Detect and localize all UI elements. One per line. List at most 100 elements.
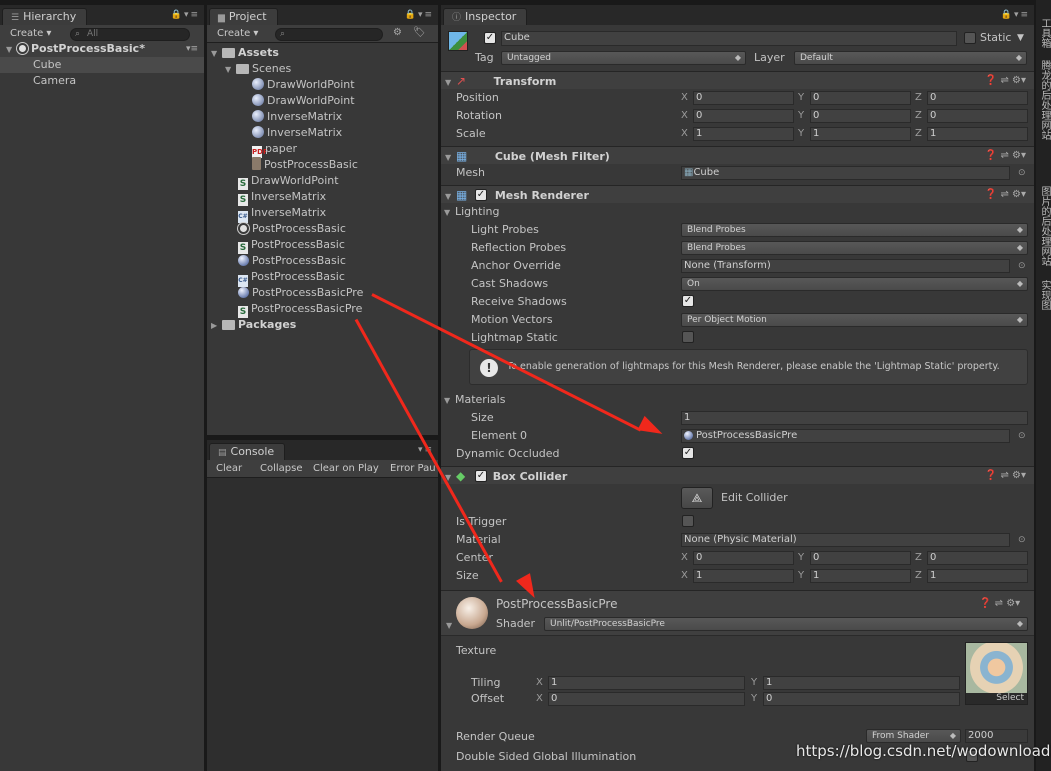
filter-by-type-icon[interactable]: ⚙ [393, 27, 402, 38]
panel-menu-icon[interactable]: 🔒▾≡ [1001, 10, 1030, 20]
materials-foldout[interactable]: ▼ Materials [444, 393, 505, 408]
folder-scenes[interactable]: ▼ Scenes [225, 61, 291, 77]
expand-arrow-icon[interactable]: ▼ [211, 46, 222, 62]
scale-x-field[interactable]: 1 [693, 127, 794, 141]
tag-dropdown[interactable]: Untagged ◆ [501, 51, 746, 65]
box-collider-header[interactable]: ▼ ◆ ✓ Box Collider ❓ ⇌ ⚙▾ [441, 466, 1034, 484]
object-picker-icon[interactable]: ⊙ [1018, 166, 1026, 180]
rotation-z-field[interactable]: 0 [927, 109, 1028, 123]
material-settings-icon[interactable]: ❓ ⇌ ⚙▾ [979, 597, 1020, 611]
static-checkbox[interactable] [964, 32, 976, 44]
dynamic-occluded-checkbox[interactable]: ✓ [682, 447, 694, 459]
position-y-field[interactable]: 0 [810, 91, 911, 105]
object-picker-icon[interactable]: ⊙ [1018, 533, 1026, 547]
position-x-field[interactable]: 0 [693, 91, 794, 105]
collapse-arrow-icon[interactable]: ▶ [211, 318, 222, 334]
fold-arrow-icon[interactable]: ▼ [444, 394, 455, 408]
size-x-field[interactable]: 1 [693, 569, 794, 583]
asset-item[interactable]: PostProcessBasic [238, 221, 346, 237]
object-name-field[interactable]: Cube [501, 31, 957, 46]
asset-item[interactable]: InverseMatrix [252, 109, 342, 125]
component-settings-icon[interactable]: ❓ ⇌ ⚙▾ [985, 147, 1026, 165]
material-fold-arrow-icon[interactable]: ▼ [446, 619, 452, 633]
hierarchy-search-input[interactable]: ⌕ All [70, 28, 190, 41]
edit-collider-button[interactable]: ⟁ [681, 487, 713, 509]
fold-arrow-icon[interactable]: ▼ [444, 206, 455, 220]
asset-item[interactable]: PostProcessBasic [238, 253, 346, 269]
box-collider-enabled-checkbox[interactable]: ✓ [475, 470, 487, 482]
console-clear-button[interactable]: Clear [210, 462, 248, 476]
asset-item[interactable]: DrawWorldPoint [252, 77, 355, 93]
side-tab-toolbox[interactable]: 工具箱 [1039, 18, 1050, 48]
asset-item[interactable]: S PostProcessBasic [238, 237, 345, 254]
tab-inspector[interactable]: ⓘ Inspector [443, 8, 528, 25]
console-collapse-button[interactable]: Collapse [254, 462, 309, 476]
static-dropdown-arrow-icon[interactable]: ▼ [1017, 31, 1024, 45]
position-z-field[interactable]: 0 [927, 91, 1028, 105]
component-settings-icon[interactable]: ❓ ⇌ ⚙▾ [985, 186, 1026, 204]
folder-packages[interactable]: ▶ Packages [211, 317, 296, 333]
scene-root-row[interactable]: ▼ PostProcessBasic* ▾≡ [0, 41, 204, 57]
console-error-pause-button[interactable]: Error Pau [384, 462, 438, 476]
side-tab-result[interactable]: 实现图 [1039, 280, 1050, 310]
active-checkbox[interactable]: ✓ [484, 32, 496, 44]
tiling-y-field[interactable]: 1 [763, 676, 960, 690]
expand-arrow-icon[interactable]: ▼ [225, 62, 236, 78]
size-y-field[interactable]: 1 [810, 569, 911, 583]
light-probes-dropdown[interactable]: Blend Probes ◆ [681, 223, 1028, 237]
scale-y-field[interactable]: 1 [810, 127, 911, 141]
transform-header[interactable]: ▼ ↗ Transform ❓ ⇌ ⚙▾ [441, 71, 1034, 89]
offset-y-field[interactable]: 0 [763, 692, 960, 706]
size-z-field[interactable]: 1 [927, 569, 1028, 583]
mesh-object-field[interactable]: ▦Cube [681, 166, 1010, 180]
rotation-y-field[interactable]: 0 [810, 109, 911, 123]
receive-shadows-checkbox[interactable]: ✓ [682, 295, 694, 307]
folder-assets[interactable]: ▼ Assets [211, 45, 279, 61]
fold-arrow-icon[interactable]: ▼ [445, 149, 456, 167]
materials-size-field[interactable]: 1 [681, 411, 1028, 425]
project-create-button[interactable]: Create ▾ [211, 27, 264, 41]
tab-console[interactable]: ▤ Console [209, 443, 286, 460]
asset-item[interactable]: C# PostProcessBasic [238, 269, 345, 287]
motion-vectors-dropdown[interactable]: Per Object Motion ◆ [681, 313, 1028, 327]
shader-dropdown[interactable]: Unlit/PostProcessBasicPre ◆ [544, 617, 1028, 631]
asset-item[interactable]: PDFpaper [252, 141, 297, 158]
console-clear-on-play-button[interactable]: Clear on Play [307, 462, 385, 476]
lighting-foldout[interactable]: ▼ Lighting [444, 205, 499, 220]
offset-x-field[interactable]: 0 [548, 692, 745, 706]
side-tab-postprocess-b[interactable]: 图片的后处理网站 [1039, 186, 1050, 266]
project-search-input[interactable]: ⌕ [275, 28, 383, 41]
asset-item[interactable]: S InverseMatrix [238, 189, 326, 206]
tab-project[interactable]: ▆ Project [209, 8, 278, 25]
asset-item-shader-pre[interactable]: S PostProcessBasicPre [238, 301, 362, 318]
component-settings-icon[interactable]: ❓ ⇌ ⚙▾ [985, 467, 1026, 485]
center-x-field[interactable]: 0 [693, 551, 794, 565]
hierarchy-item-camera[interactable]: Camera [0, 73, 204, 89]
asset-item[interactable]: C# InverseMatrix [238, 205, 326, 223]
panel-menu-icon[interactable]: 🔒▾≡ [405, 10, 434, 20]
tab-hierarchy[interactable]: ☰ Hierarchy [2, 8, 88, 25]
asset-item[interactable]: PostProcessBasic [252, 157, 358, 173]
object-picker-icon[interactable]: ⊙ [1018, 259, 1026, 273]
collider-material-field[interactable]: None (Physic Material) [681, 533, 1010, 547]
object-picker-icon[interactable]: ⊙ [1018, 429, 1026, 443]
anchor-override-field[interactable]: None (Transform) [681, 259, 1010, 273]
hierarchy-create-button[interactable]: Create ▾ [4, 27, 57, 41]
component-settings-icon[interactable]: ❓ ⇌ ⚙▾ [985, 72, 1026, 90]
mesh-renderer-header[interactable]: ▼ ▦ ✓ Mesh Renderer ❓ ⇌ ⚙▾ [441, 185, 1034, 203]
asset-item[interactable]: S DrawWorldPoint [238, 173, 339, 190]
asset-item[interactable]: InverseMatrix [252, 125, 342, 141]
reflection-probes-dropdown[interactable]: Blend Probes ◆ [681, 241, 1028, 255]
lightmap-static-checkbox[interactable] [682, 331, 694, 343]
side-tab-postprocess-a[interactable]: 腾龙的后处理网站 [1039, 60, 1050, 140]
filter-by-label-icon[interactable]: 🏷 [413, 27, 426, 38]
rotation-x-field[interactable]: 0 [693, 109, 794, 123]
element0-object-field[interactable]: PostProcessBasicPre [681, 429, 1010, 443]
render-queue-mode-dropdown[interactable]: From Shader ◆ [866, 729, 961, 743]
tiling-x-field[interactable]: 1 [548, 676, 745, 690]
expand-arrow-icon[interactable]: ▼ [6, 42, 17, 58]
texture-select-button[interactable]: Select [966, 693, 1027, 704]
fold-arrow-icon[interactable]: ▼ [445, 188, 456, 206]
texture-thumbnail[interactable]: Select [965, 642, 1028, 705]
asset-item-material-pre[interactable]: PostProcessBasicPre [238, 285, 363, 301]
